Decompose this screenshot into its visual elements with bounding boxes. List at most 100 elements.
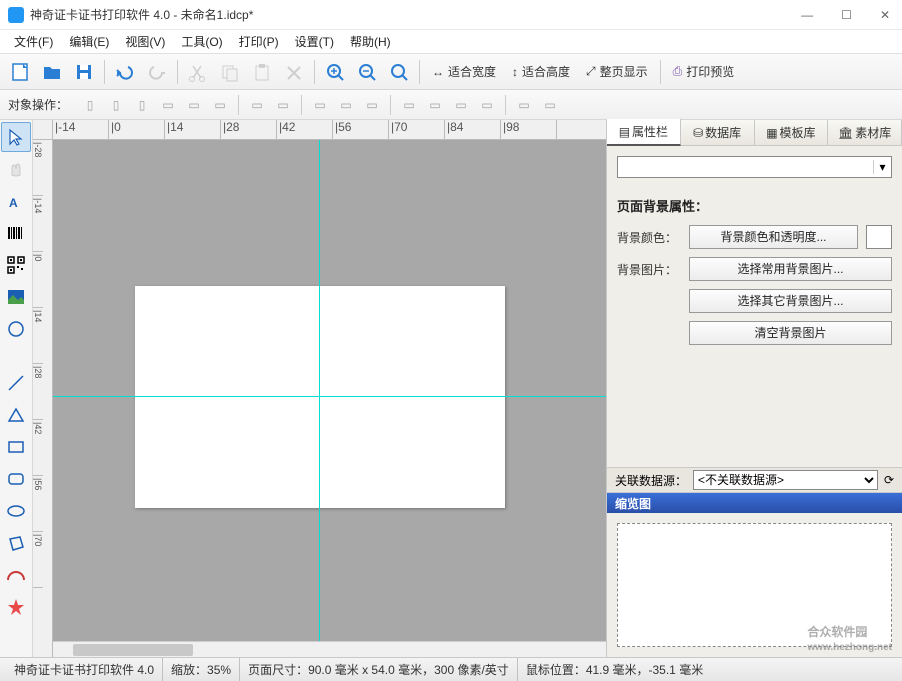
datasource-label: 关联数据源： bbox=[615, 472, 687, 489]
object-selector[interactable]: ▾ bbox=[617, 156, 892, 178]
delete-button[interactable] bbox=[280, 58, 308, 86]
rounded-rect-tool[interactable] bbox=[1, 464, 31, 494]
bg-properties-section: 页面背景属性： 背景颜色： 背景颜色和透明度... 背景图片： 选择常用背景图片… bbox=[617, 196, 892, 353]
align-top-button[interactable]: ▭ bbox=[156, 93, 180, 117]
scrollbar-horizontal[interactable] bbox=[53, 641, 606, 657]
bg-color-button[interactable]: 背景颜色和透明度... bbox=[689, 225, 858, 249]
open-button[interactable] bbox=[38, 58, 66, 86]
undo-button[interactable] bbox=[111, 58, 139, 86]
copy-button[interactable] bbox=[216, 58, 244, 86]
new-button[interactable] bbox=[6, 58, 34, 86]
group-button[interactable]: ▭ bbox=[512, 93, 536, 117]
page[interactable] bbox=[135, 286, 505, 508]
align-center-h-button[interactable]: ▯ bbox=[104, 93, 128, 117]
ungroup-button[interactable]: ▭ bbox=[538, 93, 562, 117]
arc-tool[interactable] bbox=[1, 560, 31, 590]
triangle-tool[interactable] bbox=[1, 400, 31, 430]
send-back-button[interactable]: ▭ bbox=[423, 93, 447, 117]
bg-image-other-button[interactable]: 选择其它背景图片... bbox=[689, 289, 892, 313]
datasource-select[interactable]: <不关联数据源> bbox=[693, 470, 878, 490]
svg-text:A: A bbox=[9, 196, 18, 210]
fit-height-button[interactable]: ↕适合高度 bbox=[506, 58, 576, 86]
redo-button[interactable] bbox=[143, 58, 171, 86]
full-page-button[interactable]: ⤢整页显示 bbox=[580, 58, 654, 86]
bring-front-button[interactable]: ▭ bbox=[397, 93, 421, 117]
fit-width-button[interactable]: ↔适合宽度 bbox=[426, 58, 502, 86]
close-button[interactable]: ✕ bbox=[876, 8, 894, 22]
same-height-button[interactable]: ▭ bbox=[334, 93, 358, 117]
scrollbar-thumb[interactable] bbox=[73, 644, 193, 656]
ellipse-tool[interactable] bbox=[1, 496, 31, 526]
minimize-button[interactable]: — bbox=[797, 8, 817, 22]
align-right-button[interactable]: ▯ bbox=[130, 93, 154, 117]
bring-forward-button[interactable]: ▭ bbox=[449, 93, 473, 117]
bg-color-swatch[interactable] bbox=[866, 225, 892, 249]
polygon-tool[interactable] bbox=[1, 528, 31, 558]
ruler-vertical[interactable]: |-28|-14|0|14|28|42|56|70 bbox=[33, 140, 53, 657]
main-toolbar: ↔适合宽度 ↕适合高度 ⤢整页显示 ⎙打印预览 bbox=[0, 54, 902, 90]
thumbnail-header: 缩览图 bbox=[607, 493, 902, 513]
menu-help[interactable]: 帮助(H) bbox=[342, 31, 399, 52]
tab-assets[interactable]: 🏛素材库 bbox=[828, 120, 902, 145]
qrcode-tool[interactable] bbox=[1, 250, 31, 280]
menu-print[interactable]: 打印(P) bbox=[231, 31, 287, 52]
zoom-out-button[interactable] bbox=[353, 58, 381, 86]
arrow-v-icon: ↕ bbox=[512, 65, 518, 79]
select-tool[interactable] bbox=[1, 122, 31, 152]
status-mouse: 鼠标位置：41.9 毫米，-35.1 毫米 bbox=[518, 658, 711, 681]
title-bar: 神奇证卡证书打印软件 4.0 - 未命名1.idcp* — ☐ ✕ bbox=[0, 0, 902, 30]
menu-view[interactable]: 视图(V) bbox=[117, 31, 173, 52]
menu-file[interactable]: 文件(F) bbox=[6, 31, 61, 52]
bg-image-common-button[interactable]: 选择常用背景图片... bbox=[689, 257, 892, 281]
guide-horizontal[interactable] bbox=[53, 396, 606, 397]
hand-tool[interactable] bbox=[1, 154, 31, 184]
align-bottom-button[interactable]: ▭ bbox=[208, 93, 232, 117]
window-title: 神奇证卡证书打印软件 4.0 - 未命名1.idcp* bbox=[30, 6, 797, 23]
circle-tool[interactable] bbox=[1, 314, 31, 344]
align-middle-button[interactable]: ▭ bbox=[182, 93, 206, 117]
menu-tools[interactable]: 工具(O) bbox=[173, 31, 230, 52]
main-area: A |-14|0|14|28|42|56|70|84|98 |-28|-14|0… bbox=[0, 120, 902, 657]
save-button[interactable] bbox=[70, 58, 98, 86]
section-title: 页面背景属性： bbox=[617, 196, 892, 215]
line-tool[interactable] bbox=[1, 368, 31, 398]
star-tool[interactable] bbox=[1, 592, 31, 622]
template-icon: ▦ bbox=[766, 126, 777, 140]
zoom-in-button[interactable] bbox=[321, 58, 349, 86]
status-app: 神奇证卡证书打印软件 4.0 bbox=[6, 658, 163, 681]
ruler-corner bbox=[33, 120, 53, 140]
tab-database[interactable]: ⛁数据库 bbox=[681, 120, 755, 145]
rectangle-tool[interactable] bbox=[1, 432, 31, 462]
cut-button[interactable] bbox=[184, 58, 212, 86]
bg-color-label: 背景颜色： bbox=[617, 229, 681, 246]
datasource-refresh-icon[interactable]: ⟳ bbox=[884, 473, 894, 487]
datasource-row: 关联数据源： <不关联数据源> ⟳ bbox=[607, 467, 902, 493]
image-tool[interactable] bbox=[1, 282, 31, 312]
text-tool[interactable]: A bbox=[1, 186, 31, 216]
menu-edit[interactable]: 编辑(E) bbox=[61, 31, 117, 52]
tab-properties[interactable]: ▤属性栏 bbox=[607, 119, 681, 146]
align-left-button[interactable]: ▯ bbox=[78, 93, 102, 117]
printer-icon: ⎙ bbox=[673, 64, 683, 79]
zoom-reset-button[interactable] bbox=[385, 58, 413, 86]
ruler-horizontal[interactable]: |-14|0|14|28|42|56|70|84|98 bbox=[53, 120, 606, 140]
chevron-down-icon: ▾ bbox=[873, 160, 891, 174]
print-preview-button[interactable]: ⎙打印预览 bbox=[667, 58, 741, 86]
menu-bar: 文件(F) 编辑(E) 视图(V) 工具(O) 打印(P) 设置(T) 帮助(H… bbox=[0, 30, 902, 54]
barcode-tool[interactable] bbox=[1, 218, 31, 248]
same-width-button[interactable]: ▭ bbox=[308, 93, 332, 117]
bg-image-clear-button[interactable]: 清空背景图片 bbox=[689, 321, 892, 345]
send-backward-button[interactable]: ▭ bbox=[475, 93, 499, 117]
maximize-button[interactable]: ☐ bbox=[837, 8, 856, 22]
guide-vertical[interactable] bbox=[319, 140, 320, 641]
expand-icon: ⤢ bbox=[586, 64, 596, 79]
same-size-button[interactable]: ▭ bbox=[360, 93, 384, 117]
list-icon: ▤ bbox=[619, 125, 630, 139]
arrow-h-icon: ↔ bbox=[432, 65, 444, 79]
tab-templates[interactable]: ▦模板库 bbox=[755, 120, 829, 145]
canvas[interactable] bbox=[53, 140, 606, 641]
distribute-v-button[interactable]: ▭ bbox=[271, 93, 295, 117]
paste-button[interactable] bbox=[248, 58, 276, 86]
distribute-h-button[interactable]: ▭ bbox=[245, 93, 269, 117]
menu-settings[interactable]: 设置(T) bbox=[287, 31, 342, 52]
